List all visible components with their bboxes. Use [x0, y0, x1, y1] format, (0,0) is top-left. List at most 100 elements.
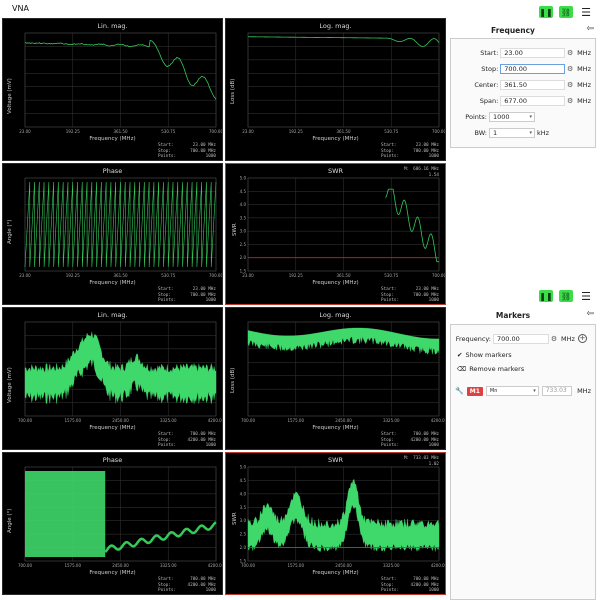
marker-row-m1: 🔧 M1 Mn ▾ 733.03 MHz — [455, 385, 591, 397]
bw-select[interactable]: 1 ▾ — [489, 127, 535, 138]
x-tick-label: 2450.00 — [112, 563, 129, 568]
x-tick-label: 700.00 — [432, 129, 445, 134]
marker-readout: M: 733.03 MHz 1.02 — [403, 456, 439, 467]
show-markers-checkbox[interactable]: ✔ Show markers — [457, 349, 512, 360]
x-tick-label: 530.75 — [161, 273, 175, 278]
x-tick-label: 192.25 — [289, 129, 303, 134]
pause-button[interactable]: ❚❚ — [539, 6, 553, 18]
plot-grid-top: 23.00 192.25 361.50 530.75 700.00 Lin. mag. … — [2, 18, 447, 305]
points-select[interactable]: 1000 ▾ — [489, 111, 535, 122]
y-tick-label: 4.5 — [240, 189, 247, 194]
remove-markers-button[interactable]: ⌫ Remove markers — [457, 363, 524, 374]
x-tick-label: 700.00 — [209, 273, 222, 278]
chevron-down-icon: ▾ — [533, 388, 536, 394]
x-tick-label: 4200.00 — [431, 418, 445, 423]
pause-icon: ❚❚ — [539, 291, 553, 301]
span-input[interactable]: 677.00 — [500, 95, 566, 106]
x-tick-label: 2450.00 — [335, 563, 352, 568]
span-label: Span: — [479, 96, 499, 105]
marker-badge[interactable]: M1 — [466, 386, 483, 396]
y-tick-label: 1.5 — [240, 269, 247, 274]
x-axis-label: Frequency (MHz) — [89, 280, 136, 286]
marker-type-select[interactable]: Mn ▾ — [485, 386, 539, 396]
markers-panel: ❚❚ ⛓ ☰ Markers ⇦ Frequency: 700.00 ⚙ MHz… — [448, 287, 598, 600]
y-axis-label: Loss (dB) — [230, 78, 236, 104]
sweep-info: Start: 23.00 MHz Stop: 700.00 MHz Points: 1… — [158, 287, 216, 303]
menu-button[interactable]: ☰ — [579, 6, 593, 19]
menu-button[interactable]: ☰ — [579, 290, 593, 303]
pause-button[interactable]: ❚❚ — [539, 290, 553, 302]
plot-lin-mag-bottom[interactable]: 700.00 1575.00 2450.00 3325.00 4200.00 Lin. … — [2, 307, 223, 450]
plot-log-mag-bottom[interactable]: 700.00 1575.00 2450.00 3325.00 4200.00 Log. … — [225, 307, 446, 450]
y-axis-label: SWR — [232, 512, 238, 525]
back-arrow-icon[interactable]: ⇦ — [586, 24, 594, 34]
y-tick-label: 5.0 — [240, 465, 247, 470]
gear-icon[interactable]: ⚙ — [565, 65, 575, 73]
y-tick-label: 3.0 — [240, 229, 247, 234]
x-tick-label: 700.00 — [18, 563, 32, 568]
x-axis-label: Frequency (MHz) — [312, 136, 359, 142]
marker-frequency-field[interactable]: 733.03 — [541, 386, 573, 396]
stop-input[interactable]: 700.00 — [500, 63, 566, 74]
x-tick-label: 1575.00 — [64, 563, 81, 568]
x-tick-label: 530.75 — [161, 129, 175, 134]
y-tick-label: 4.0 — [240, 202, 247, 207]
x-tick-label: 192.25 — [66, 273, 80, 278]
plot-title: Lin. mag. — [97, 311, 128, 319]
x-tick-label: 23.00 — [19, 129, 31, 134]
plot-phase-bottom[interactable]: 700.00 1575.00 2450.00 3325.00 4200.00 Phase… — [2, 452, 223, 595]
link-button[interactable]: ⛓ — [559, 6, 573, 18]
x-tick-label: 700.00 — [209, 129, 222, 134]
swr-trace — [385, 188, 439, 263]
gear-icon[interactable]: ⚙ — [565, 81, 575, 89]
y-axis-label: Angle (°) — [7, 508, 13, 533]
gear-icon[interactable]: ⚙ — [565, 97, 575, 105]
x-tick-label: 23.00 — [242, 129, 254, 134]
x-tick-label: 4200.00 — [208, 563, 222, 568]
remove-markers-label: Remove markers — [469, 364, 525, 373]
center-input[interactable]: 361.50 — [500, 79, 566, 90]
chevron-down-icon: ▾ — [529, 113, 532, 120]
gear-icon[interactable]: ⚙ — [565, 49, 575, 57]
start-input[interactable]: 23.00 — [500, 47, 566, 58]
marker-frequency-input[interactable]: 700.00 — [493, 333, 549, 344]
y-tick-label: 3.5 — [240, 215, 247, 220]
plot-swr-bottom[interactable]: 700.00 1575.00 2450.00 3325.00 4200.00 5.0 4.5… — [225, 452, 446, 595]
x-tick-label: 1575.00 — [64, 418, 81, 423]
chevron-down-icon: ▾ — [529, 129, 532, 136]
wrench-icon[interactable]: 🔧 — [455, 387, 464, 395]
x-axis-label: Frequency (MHz) — [312, 425, 359, 431]
add-marker-icon[interactable]: + — [577, 334, 587, 343]
panel-title: Frequency — [491, 26, 535, 35]
link-icon: ⛓ — [560, 291, 572, 301]
y-axis-label: SWR — [232, 223, 238, 236]
y-axis-label: Voltage (mV) — [7, 78, 13, 114]
eraser-icon: ⌫ — [457, 364, 467, 373]
plot-phase-top[interactable]: 23.00 192.25 361.50 530.75 700.00 Phase Angl… — [2, 163, 223, 305]
x-tick-label: 3325.00 — [383, 418, 400, 423]
x-tick-label: 700.00 — [241, 418, 255, 423]
x-tick-label: 23.00 — [19, 273, 31, 278]
x-tick-label: 700.00 — [18, 418, 32, 423]
gear-icon[interactable]: ⚙ — [549, 335, 559, 343]
y-tick-label: 2.5 — [240, 242, 247, 247]
start-label: Start: — [480, 48, 499, 57]
link-button[interactable]: ⛓ — [559, 290, 573, 302]
x-axis-label: Frequency (MHz) — [89, 425, 136, 431]
plot-lin-mag-top[interactable]: 23.00 192.25 361.50 530.75 700.00 Lin. mag. … — [2, 18, 223, 161]
points-row: Points: 1000 ▾ — [455, 111, 591, 122]
x-tick-label: 700.00 — [432, 273, 445, 278]
y-axis-label: Loss (dB) — [230, 367, 236, 393]
back-arrow-icon[interactable]: ⇦ — [586, 309, 594, 319]
frequency-unit: MHz — [561, 334, 575, 343]
plot-swr-top[interactable]: 23.00 192.25 361.50 530.75 700.00 5.0 4.5 4.0 3.… — [225, 163, 446, 305]
y-tick-label: 3.0 — [240, 518, 247, 523]
x-axis-label: Frequency (MHz) — [89, 136, 136, 142]
x-tick-label: 3325.00 — [160, 563, 177, 568]
y-tick-label: 4.5 — [240, 478, 247, 483]
stop-row: Stop: 700.00 ⚙ MHz — [455, 63, 591, 74]
plot-log-mag-top[interactable]: 23.00 192.25 361.50 530.75 700.00 Log. mag. … — [225, 18, 446, 161]
points-label: Points: — [465, 112, 487, 121]
x-tick-label: 4200.00 — [431, 563, 445, 568]
pause-icon: ❚❚ — [539, 7, 553, 17]
